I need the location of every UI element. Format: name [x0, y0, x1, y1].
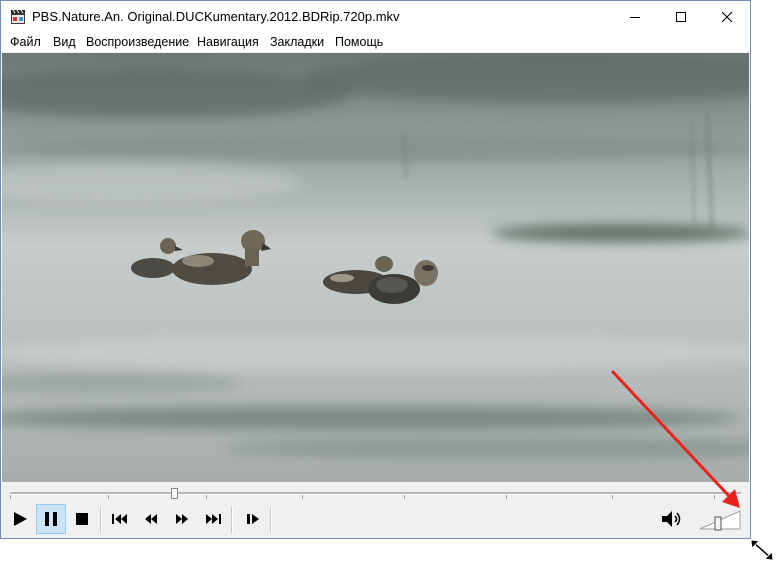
- seek-tick: [108, 495, 109, 499]
- seek-thumb[interactable]: [171, 488, 178, 499]
- stop-button[interactable]: [67, 504, 97, 534]
- seek-tick: [404, 495, 405, 499]
- previous-button[interactable]: [105, 504, 135, 534]
- maximize-button[interactable]: [658, 1, 704, 32]
- fast-forward-button[interactable]: [167, 504, 197, 534]
- pause-button[interactable]: [36, 504, 66, 534]
- seek-tick: [506, 495, 507, 499]
- pause-icon: [45, 512, 57, 526]
- player-window: PBS.Nature.An. Original.DUCKumentary.201…: [0, 0, 751, 539]
- menu-help[interactable]: Помощь: [335, 35, 383, 49]
- rewind-icon: [145, 514, 157, 524]
- seek-track: [10, 492, 741, 495]
- stop-icon: [76, 513, 88, 525]
- toolbar-separator: [231, 507, 233, 533]
- toolbar-separator: [270, 507, 272, 533]
- seek-bar[interactable]: [10, 488, 741, 499]
- seek-tick: [10, 495, 11, 499]
- seek-tick: [612, 495, 613, 499]
- menu-file[interactable]: Файл: [10, 35, 41, 49]
- seek-tick: [302, 495, 303, 499]
- control-panel: [1, 483, 750, 538]
- next-button[interactable]: [198, 504, 228, 534]
- toolbar-separator: [100, 507, 102, 533]
- window-title: PBS.Nature.An. Original.DUCKumentary.201…: [32, 9, 400, 24]
- menu-playback[interactable]: Воспроизведение: [86, 35, 189, 49]
- close-icon: [721, 11, 733, 22]
- menu-bar: Файл Вид Воспроизведение Навигация Закла…: [1, 32, 750, 52]
- speaker-icon: [662, 511, 681, 527]
- menu-view[interactable]: Вид: [53, 35, 76, 49]
- rewind-button[interactable]: [136, 504, 166, 534]
- mute-button[interactable]: [658, 504, 688, 534]
- frame-step-button[interactable]: [238, 504, 268, 534]
- maximize-icon: [676, 11, 686, 22]
- skip-back-icon: [112, 514, 127, 524]
- seek-tick: [206, 495, 207, 499]
- video-frame[interactable]: [2, 53, 749, 482]
- close-button[interactable]: [704, 1, 750, 32]
- play-icon: [14, 512, 27, 526]
- fast-forward-icon: [176, 514, 188, 524]
- film-clapper-icon: [10, 9, 26, 25]
- skip-forward-icon: [206, 514, 221, 524]
- title-bar[interactable]: PBS.Nature.An. Original.DUCKumentary.201…: [1, 1, 750, 32]
- frame-step-icon: [247, 514, 259, 524]
- volume-slider[interactable]: [698, 509, 742, 531]
- resize-grip-icon[interactable]: [749, 539, 777, 563]
- play-button[interactable]: [5, 504, 35, 534]
- minimize-icon: [630, 16, 640, 18]
- minimize-button[interactable]: [612, 1, 658, 32]
- seek-tick: [714, 495, 715, 499]
- volume-thumb[interactable]: [714, 516, 722, 531]
- menu-navigation[interactable]: Навигация: [197, 35, 259, 49]
- menu-bookmarks[interactable]: Закладки: [270, 35, 324, 49]
